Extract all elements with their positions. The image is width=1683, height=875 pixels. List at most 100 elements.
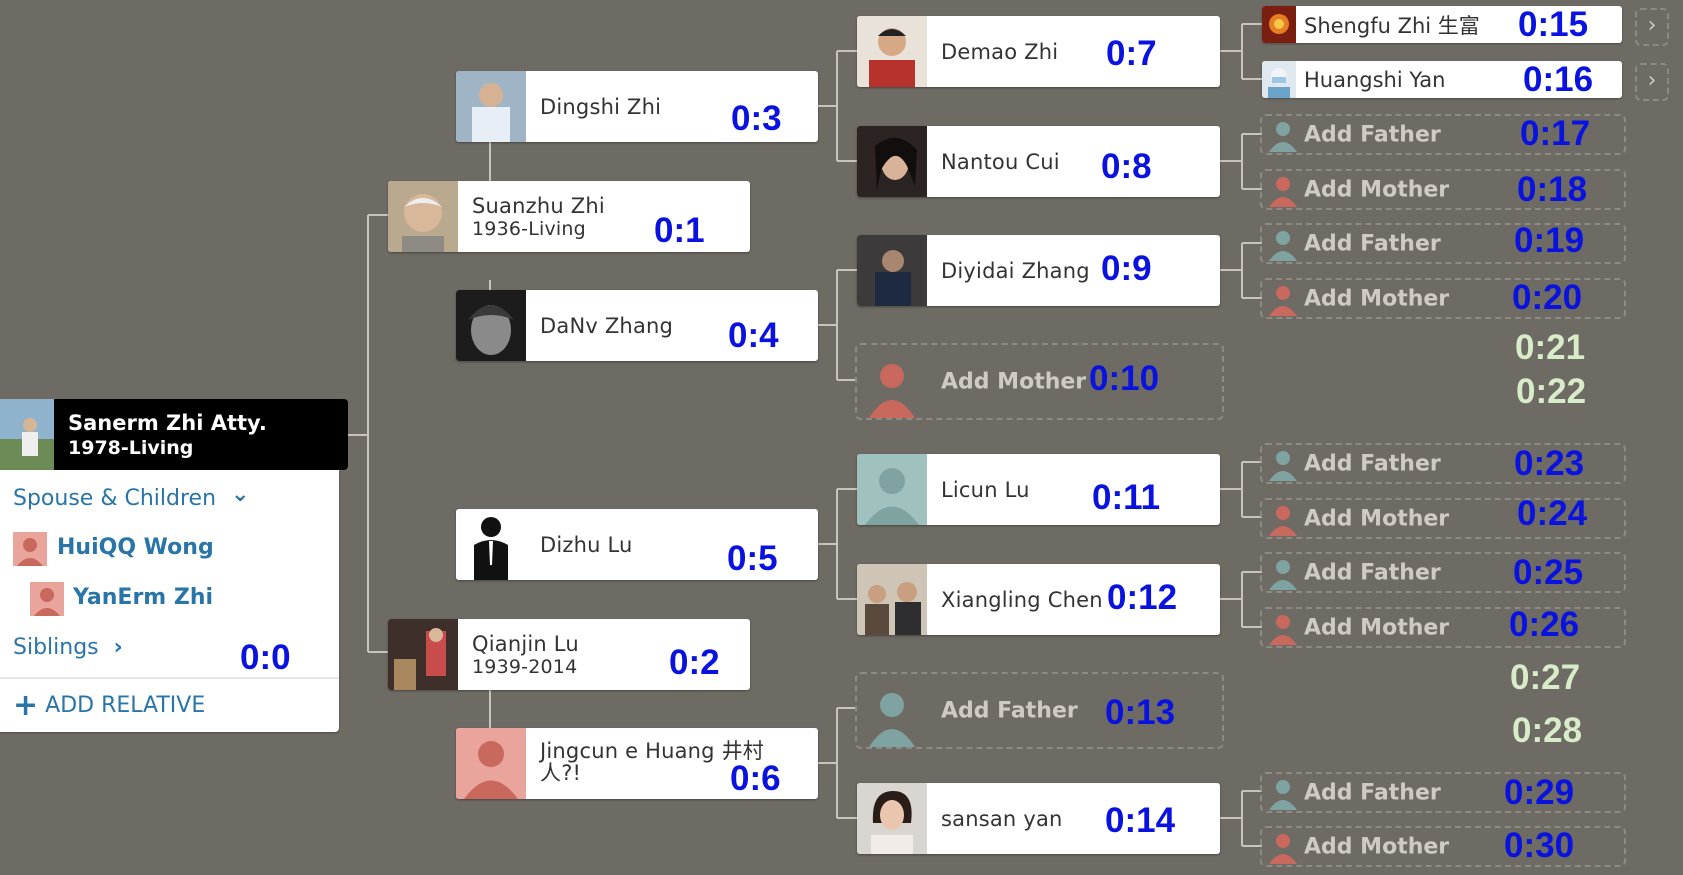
male-placeholder-icon xyxy=(867,685,917,747)
add-mother-label: Add Mother xyxy=(1304,615,1450,640)
node-code: 0:28 xyxy=(1512,711,1583,750)
siblings-label: Siblings xyxy=(13,635,99,660)
male-placeholder-icon xyxy=(1268,556,1298,590)
person-card-demao-zhi[interactable]: Demao Zhi xyxy=(857,16,1220,87)
node-code: 0:16 xyxy=(1523,60,1594,99)
add-mother-card[interactable]: Add Mother xyxy=(855,343,1224,420)
child-link[interactable]: YanErm Zhi xyxy=(73,585,213,610)
person-years: 1936-Living xyxy=(472,218,586,240)
person-photo xyxy=(857,783,927,854)
focus-person-name: Sanerm Zhi Atty. xyxy=(68,411,267,435)
add-mother-label: Add Mother xyxy=(1304,834,1450,859)
person-photo xyxy=(857,16,927,87)
person-name: Qianjin Lu 1939-2014 xyxy=(472,632,579,678)
add-mother-label: Add Mother xyxy=(1304,177,1450,202)
node-code: 0:9 xyxy=(1101,249,1152,288)
person-name: Demao Zhi xyxy=(941,39,1059,64)
person-name: Shengfu Zhi 生富 xyxy=(1304,13,1480,38)
node-code: 0:10 xyxy=(1089,359,1160,398)
node-code: 0:21 xyxy=(1515,328,1586,367)
person-name-text: Qianjin Lu xyxy=(472,632,579,656)
node-code: 0:23 xyxy=(1514,444,1585,483)
node-code: 0:15 xyxy=(1518,5,1589,44)
add-father-label: Add Father xyxy=(941,698,1078,723)
male-placeholder-icon xyxy=(1268,776,1298,810)
person-card-nantou-cui[interactable]: Nantou Cui xyxy=(857,126,1220,197)
add-relative-button[interactable]: + ADD RELATIVE xyxy=(13,691,206,721)
node-code: 0:5 xyxy=(727,539,778,578)
node-code: 0:2 xyxy=(669,643,720,682)
node-code: 0:12 xyxy=(1107,578,1178,617)
add-relative-label: ADD RELATIVE xyxy=(45,693,206,718)
male-placeholder-icon xyxy=(1268,447,1298,481)
node-code: 0:4 xyxy=(728,316,779,355)
node-code: 0:7 xyxy=(1106,34,1157,73)
female-placeholder-icon xyxy=(1268,830,1298,864)
node-code: 0:8 xyxy=(1101,147,1152,186)
focus-person-panel: Spouse & Children ⌄ HuiQQ Wong YanErm Zh… xyxy=(0,470,339,732)
siblings-link[interactable]: Siblings › xyxy=(13,635,123,660)
add-father-label: Add Father xyxy=(1304,231,1441,256)
add-father-label: Add Father xyxy=(1304,122,1441,147)
female-placeholder-icon xyxy=(456,728,526,799)
add-father-label: Add Father xyxy=(1304,451,1441,476)
person-card-licun-lu[interactable]: Licun Lu xyxy=(857,454,1220,525)
focus-person-years: 1978-Living xyxy=(68,437,194,459)
add-father-label: Add Father xyxy=(1304,560,1441,585)
male-placeholder-icon xyxy=(857,454,927,525)
person-name: Nantou Cui xyxy=(941,149,1060,174)
node-code: 0:22 xyxy=(1516,372,1587,411)
person-name: Licun Lu xyxy=(941,477,1030,502)
female-placeholder-icon xyxy=(867,356,917,418)
person-name: Dizhu Lu xyxy=(540,532,633,557)
person-card-diyidai-zhang[interactable]: Diyidai Zhang xyxy=(857,235,1220,306)
person-name: Dingshi Zhi xyxy=(540,94,662,119)
chevron-down-icon: ⌄ xyxy=(231,482,250,507)
focus-person-card[interactable]: Sanerm Zhi Atty. 1978-Living xyxy=(0,399,348,470)
spouse-link[interactable]: HuiQQ Wong xyxy=(57,535,214,560)
female-avatar-icon xyxy=(30,582,64,616)
male-placeholder-icon xyxy=(1268,118,1298,152)
plus-icon: + xyxy=(13,688,39,723)
family-tree-canvas[interactable]: Sanerm Zhi Atty. 1978-Living Spouse & Ch… xyxy=(0,0,1683,875)
node-code: 0:27 xyxy=(1510,658,1581,697)
add-mother-label: Add Mother xyxy=(941,369,1087,394)
person-photo xyxy=(388,619,458,690)
node-code: 0:25 xyxy=(1513,553,1584,592)
chevron-right-icon[interactable]: › xyxy=(1635,8,1669,46)
person-name: DaNv Zhang xyxy=(540,313,674,338)
person-photo xyxy=(857,564,927,635)
node-code: 0:24 xyxy=(1517,494,1588,533)
add-mother-label: Add Mother xyxy=(1304,286,1450,311)
person-photo xyxy=(388,181,458,252)
node-code: 0:17 xyxy=(1520,114,1591,153)
node-code: 0:11 xyxy=(1092,478,1161,517)
add-mother-label: Add Mother xyxy=(1304,506,1450,531)
male-placeholder-icon xyxy=(1268,227,1298,261)
node-code: 0:13 xyxy=(1105,693,1176,732)
person-photo xyxy=(456,71,526,142)
person-photo xyxy=(456,290,526,361)
node-code: 0:6 xyxy=(730,759,781,798)
focus-person-photo xyxy=(0,399,54,470)
female-avatar-icon xyxy=(13,532,47,566)
spouse-children-toggle[interactable]: Spouse & Children ⌄ xyxy=(13,482,249,511)
node-code: 0:0 xyxy=(240,638,291,677)
node-code: 0:20 xyxy=(1512,278,1583,317)
node-code: 0:1 xyxy=(654,211,705,250)
female-placeholder-icon xyxy=(1268,502,1298,536)
female-placeholder-icon xyxy=(1268,173,1298,207)
node-code: 0:3 xyxy=(731,99,782,138)
node-code: 0:26 xyxy=(1509,605,1580,644)
node-code: 0:29 xyxy=(1504,773,1575,812)
female-placeholder-icon xyxy=(1268,611,1298,645)
person-name: Huangshi Yan xyxy=(1304,67,1446,92)
node-code: 0:18 xyxy=(1517,170,1588,209)
add-father-label: Add Father xyxy=(1304,780,1441,805)
person-years: 1939-2014 xyxy=(472,656,578,678)
chevron-right-icon[interactable]: › xyxy=(1635,63,1669,101)
person-photo xyxy=(1262,61,1296,98)
node-code: 0:14 xyxy=(1105,801,1176,840)
spouse-children-label: Spouse & Children xyxy=(13,486,217,511)
person-name-text: Suanzhu Zhi xyxy=(472,194,605,218)
